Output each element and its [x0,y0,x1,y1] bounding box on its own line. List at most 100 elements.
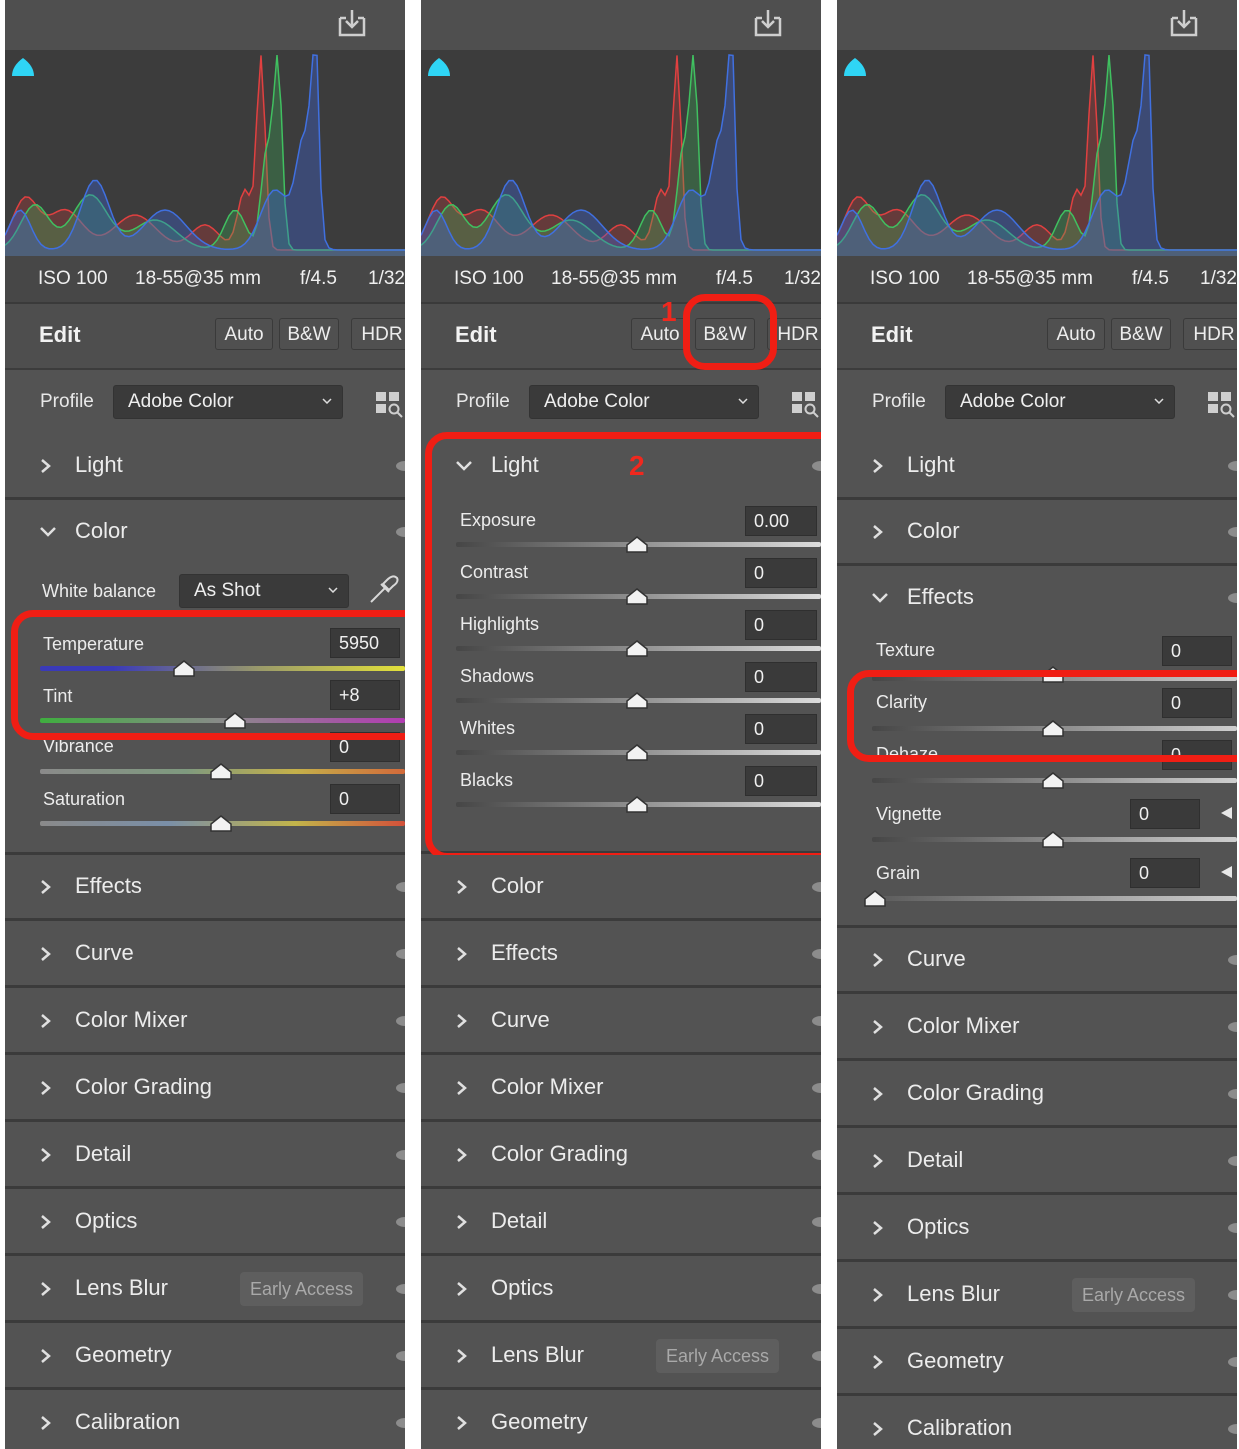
section-effects[interactable]: Effects [421,922,821,988]
eye-icon[interactable] [395,1015,405,1027]
texture-value[interactable]: 0 [1162,636,1232,666]
section-geometry[interactable]: Geometry [421,1391,821,1449]
section-title: Geometry [75,1342,172,1367]
profile-browser-icon[interactable] [1207,390,1237,420]
eye-icon[interactable] [811,1149,821,1161]
section-effects[interactable]: Effects [5,855,405,921]
section-color[interactable]: Color [421,855,821,921]
dehaze-slider-thumb[interactable] [1041,772,1065,789]
eye-icon[interactable] [1227,1021,1237,1033]
section-lens-blur[interactable]: Lens Blur Early Access [5,1257,405,1323]
section-lens-blur[interactable]: Lens Blur Early Access [421,1324,821,1390]
camera-info-bar: ISO 100 18-55@35 mm f/4.5 1/32 [5,256,405,304]
eye-icon[interactable] [1227,1155,1237,1167]
chevron-down-icon[interactable] [39,526,57,538]
grain-slider-thumb[interactable] [863,890,887,907]
auto-button[interactable]: Auto [215,318,273,350]
section-lens-blur[interactable]: Lens Blur Early Access [837,1263,1237,1329]
eye-icon[interactable] [395,1082,405,1094]
expand-left-icon[interactable] [1219,806,1233,820]
early-access-badge: Early Access [240,1272,364,1306]
eye-icon[interactable] [395,1149,405,1161]
auto-button[interactable]: Auto [631,318,689,350]
section-optics[interactable]: Optics [837,1196,1237,1262]
eye-icon[interactable] [811,881,821,893]
section-color-grading[interactable]: Color Grading [837,1062,1237,1128]
eye-icon[interactable] [395,1283,405,1295]
section-calibration[interactable]: Calibration [837,1397,1237,1449]
section-curve[interactable]: Curve [421,989,821,1055]
eye-icon[interactable] [1227,526,1237,538]
eye-icon[interactable] [395,881,405,893]
section-color-mixer[interactable]: Color Mixer [421,1056,821,1122]
eye-icon[interactable] [811,948,821,960]
eye-icon[interactable] [395,1216,405,1228]
section-curve[interactable]: Curve [5,922,405,988]
expand-left-icon[interactable] [1219,865,1233,879]
eye-icon[interactable] [811,1350,821,1362]
profile-row: Profile Adobe Color [5,370,405,436]
profile-select[interactable]: Adobe Color [529,385,759,419]
shadow-clipping-icon[interactable] [8,52,38,80]
profile-browser-icon[interactable] [791,390,821,420]
white-balance-select[interactable]: As Shot [179,574,349,608]
eye-icon[interactable] [811,1216,821,1228]
hdr-button[interactable]: HDR [351,318,405,350]
eye-icon[interactable] [1227,460,1237,472]
lens-value: 18-55@35 mm [135,268,261,289]
eye-icon[interactable] [1227,1423,1237,1435]
profile-browser-icon[interactable] [375,390,405,420]
save-icon[interactable] [337,8,367,38]
section-optics[interactable]: Optics [5,1190,405,1256]
section-detail[interactable]: Detail [421,1190,821,1256]
vignette-slider-thumb[interactable] [1041,831,1065,848]
eye-icon[interactable] [811,1082,821,1094]
eye-icon[interactable] [395,948,405,960]
hdr-button[interactable]: HDR [1183,318,1237,350]
eye-icon[interactable] [811,1417,821,1429]
section-detail[interactable]: Detail [837,1129,1237,1195]
eye-icon[interactable] [1227,1289,1237,1301]
section-detail[interactable]: Detail [5,1123,405,1189]
vignette-value[interactable]: 0 [1130,799,1200,829]
save-icon[interactable] [1169,8,1199,38]
eye-icon[interactable] [395,526,405,538]
chevron-down-icon[interactable] [871,592,889,604]
section-color[interactable]: Color [837,500,1237,566]
eye-icon[interactable] [395,460,405,472]
saturation-value[interactable]: 0 [330,784,400,814]
section-color-grading[interactable]: Color Grading [5,1056,405,1122]
grain-value[interactable]: 0 [1130,858,1200,888]
eyedropper-icon[interactable] [367,574,399,606]
saturation-slider-thumb[interactable] [209,815,233,832]
section-optics[interactable]: Optics [421,1257,821,1323]
eye-icon[interactable] [1227,592,1237,604]
eye-icon[interactable] [811,1015,821,1027]
eye-icon[interactable] [811,1283,821,1295]
section-light[interactable]: Light [837,434,1237,500]
vibrance-slider-thumb[interactable] [209,763,233,780]
eye-icon[interactable] [395,1417,405,1429]
shadow-clipping-icon[interactable] [840,52,870,80]
shadow-clipping-icon[interactable] [424,52,454,80]
save-icon[interactable] [753,8,783,38]
grain-slider-track[interactable] [872,896,1237,901]
section-geometry[interactable]: Geometry [837,1330,1237,1396]
eye-icon[interactable] [1227,1356,1237,1368]
profile-select[interactable]: Adobe Color [945,385,1175,419]
section-color-grading[interactable]: Color Grading [421,1123,821,1189]
bw-button[interactable]: B&W [1111,318,1171,350]
eye-icon[interactable] [1227,954,1237,966]
section-color-mixer[interactable]: Color Mixer [837,995,1237,1061]
eye-icon[interactable] [1227,1088,1237,1100]
bw-button[interactable]: B&W [279,318,339,350]
section-geometry[interactable]: Geometry [5,1324,405,1390]
eye-icon[interactable] [395,1350,405,1362]
section-light[interactable]: Light [5,434,405,500]
profile-select[interactable]: Adobe Color [113,385,343,419]
section-curve[interactable]: Curve [837,928,1237,994]
eye-icon[interactable] [1227,1222,1237,1234]
section-color-mixer[interactable]: Color Mixer [5,989,405,1055]
section-calibration[interactable]: Calibration [5,1391,405,1449]
auto-button[interactable]: Auto [1047,318,1105,350]
